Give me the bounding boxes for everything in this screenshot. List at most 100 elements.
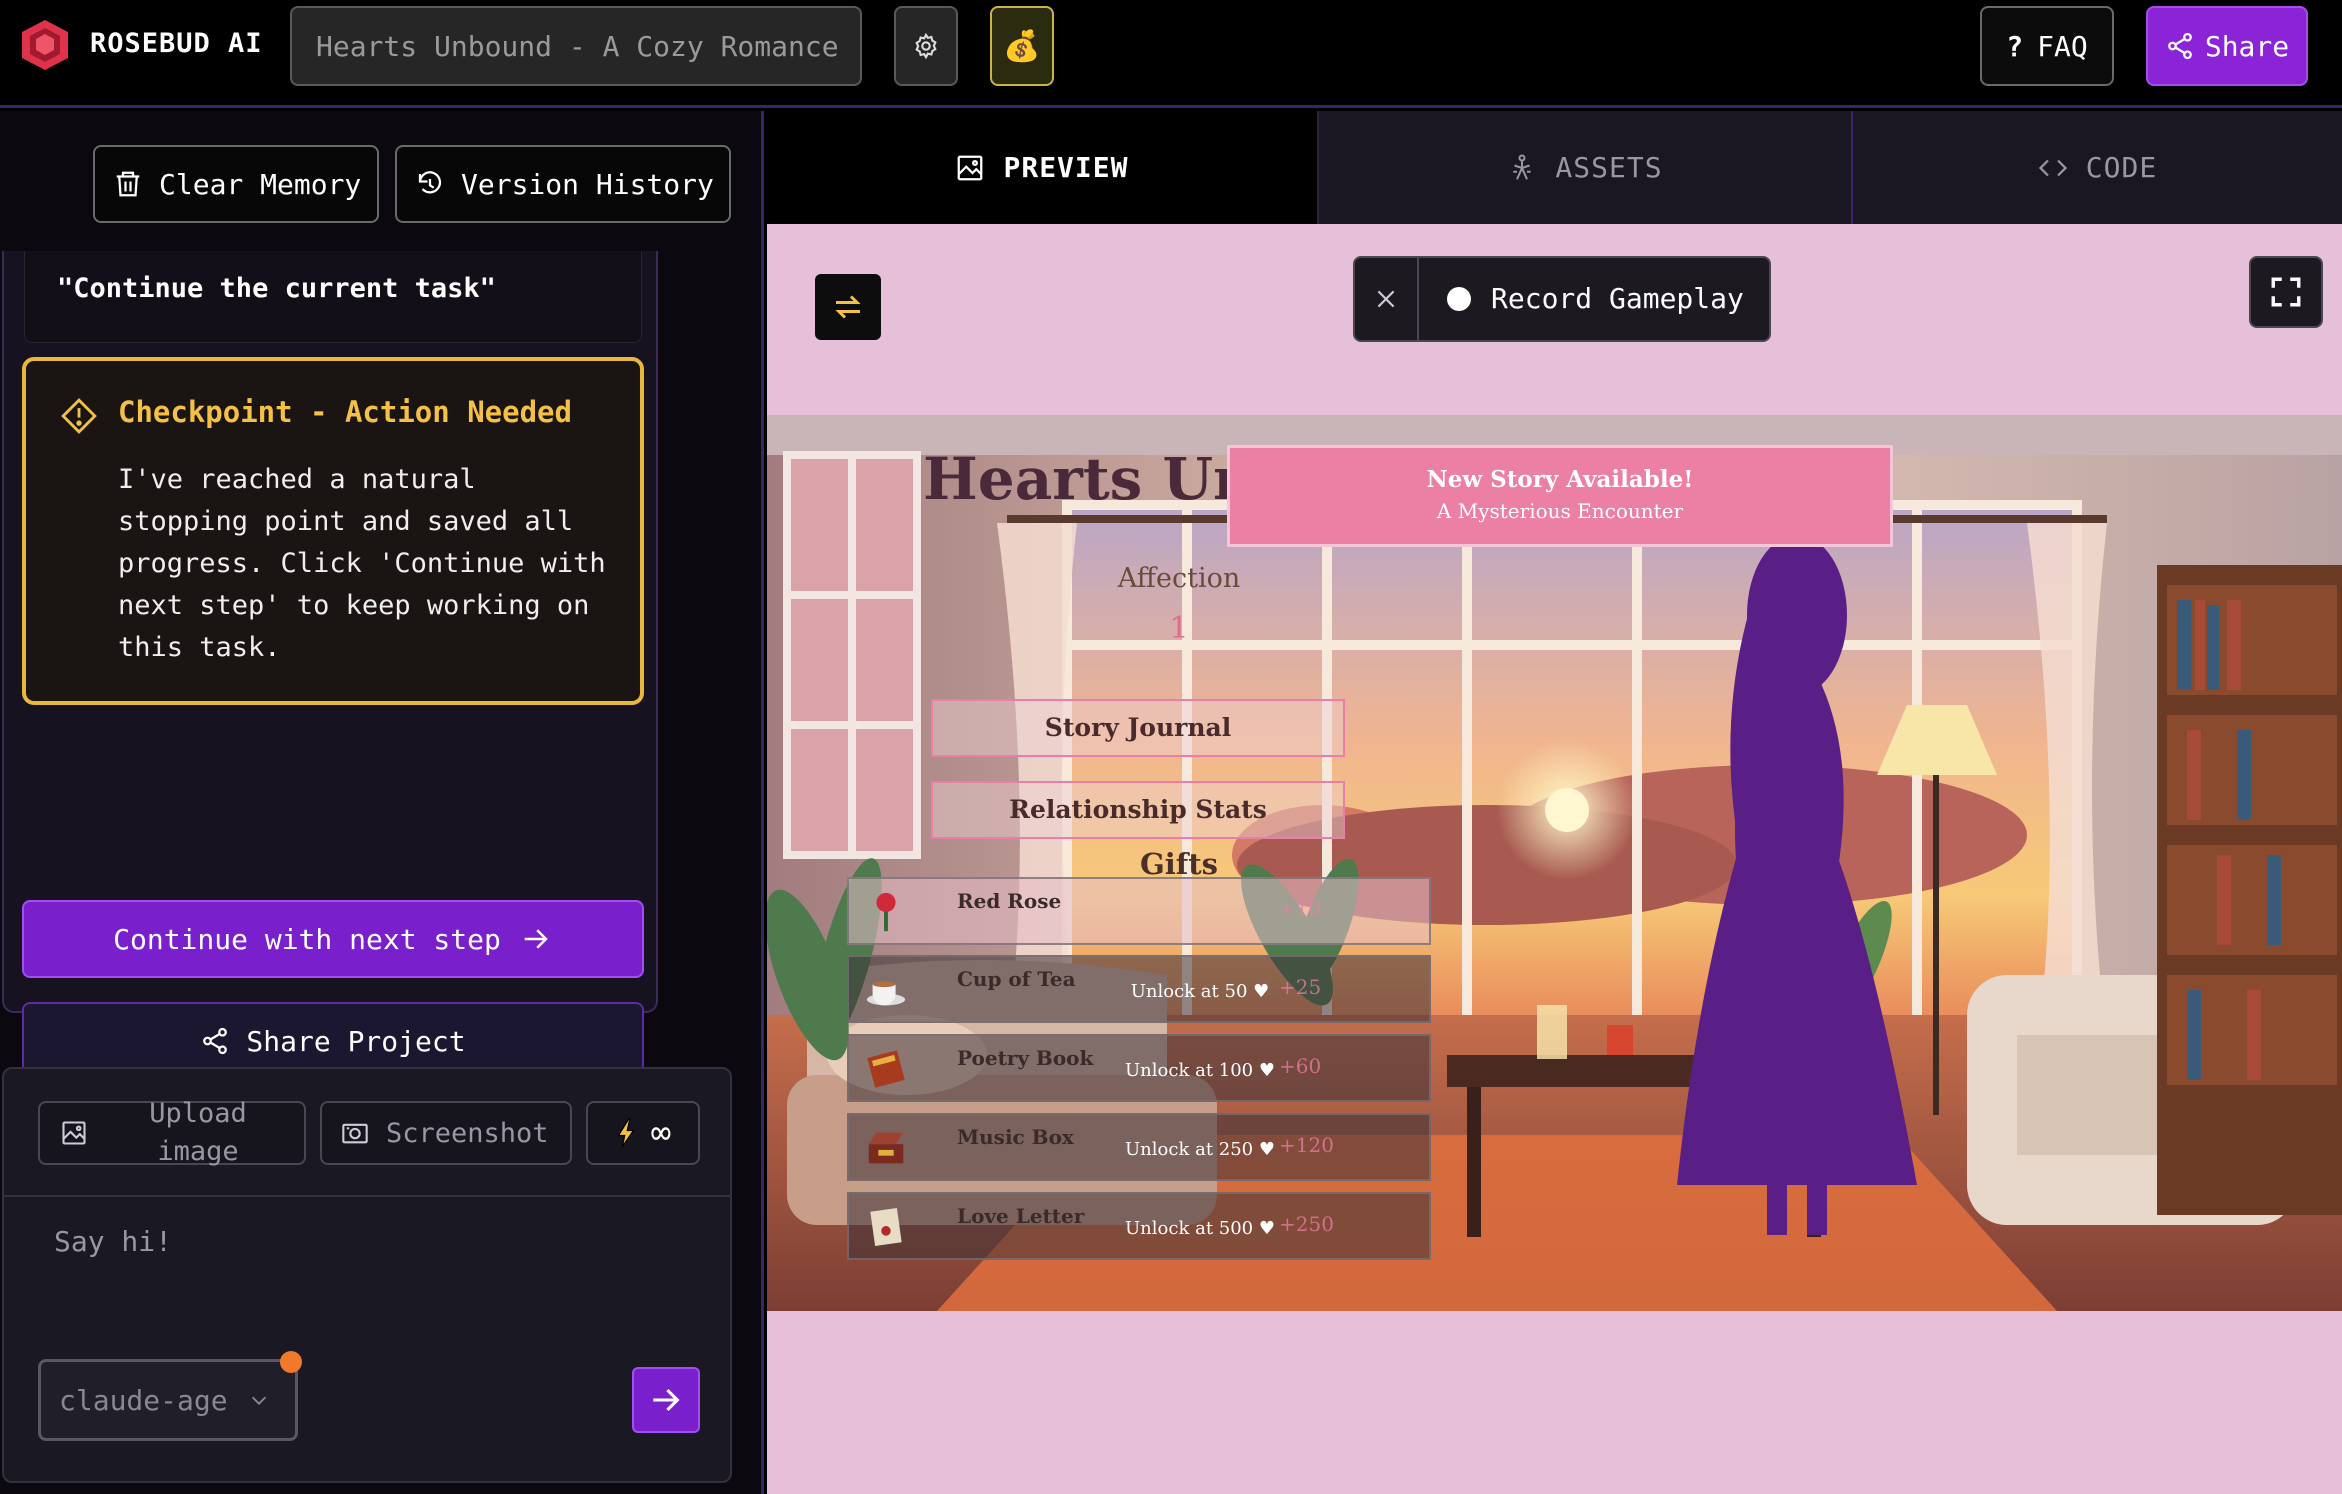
- checkpoint-body: I've reached a natural stopping point an…: [118, 464, 606, 663]
- close-record-button[interactable]: [1355, 258, 1419, 340]
- story-journal-button[interactable]: Story Journal: [931, 699, 1345, 757]
- message-composer: Upload image Screenshot ∞ Say hi! claude…: [2, 1067, 732, 1483]
- gear-icon: [915, 32, 937, 60]
- send-button[interactable]: [632, 1367, 700, 1433]
- screenshot-button[interactable]: Screenshot: [320, 1101, 572, 1165]
- screenshot-label: Screenshot: [386, 1117, 549, 1149]
- faq-label: FAQ: [2037, 29, 2088, 63]
- clear-memory-button[interactable]: Clear Memory: [93, 145, 379, 223]
- affection-label: Affection: [1117, 563, 1241, 594]
- tab-preview[interactable]: PREVIEW: [767, 111, 1317, 224]
- gift-name: Music Box: [957, 1125, 1074, 1149]
- gift-name: Red Rose: [957, 889, 1062, 913]
- gift-bonus: +250: [1279, 1212, 1334, 1236]
- game-canvas[interactable]: Hearts Unbound New Story Available! A My…: [767, 415, 2342, 1311]
- project-title-input[interactable]: [290, 6, 862, 86]
- swap-view-button[interactable]: [815, 274, 881, 340]
- rose-icon: [876, 892, 896, 932]
- faq-button[interactable]: ? FAQ: [1980, 6, 2114, 86]
- image-icon: [62, 1121, 86, 1145]
- record-dot-icon: [1447, 286, 1471, 311]
- record-gameplay-button[interactable]: Record Gameplay: [1447, 282, 1744, 315]
- version-history-label: Version History: [461, 167, 714, 201]
- new-story-banner[interactable]: New Story Available! A Mysterious Encoun…: [1227, 445, 1893, 547]
- money-bag-icon: 💰: [1003, 28, 1041, 64]
- relationship-stats-button[interactable]: Relationship Stats: [931, 781, 1345, 839]
- gift-item[interactable]: Love Letter Unlock at 500 ♥ +250: [847, 1192, 1431, 1260]
- unlimited-mode-button[interactable]: ∞: [586, 1101, 700, 1165]
- gift-item[interactable]: Cup of Tea Unlock at 50 ♥ +25: [847, 955, 1431, 1023]
- code-icon: [2038, 159, 2067, 176]
- share-label: Share: [2204, 29, 2290, 63]
- upload-image-label: Upload image: [149, 1098, 247, 1167]
- arrow-right-icon: [653, 1388, 680, 1412]
- panel-tabs: PREVIEW ASSETS CODE: [767, 111, 2342, 224]
- letter-icon: [870, 1208, 902, 1246]
- gift-name: Poetry Book: [957, 1046, 1094, 1070]
- gift-item[interactable]: Music Box Unlock at 250 ♥ +120: [847, 1113, 1431, 1181]
- tab-code[interactable]: CODE: [1853, 111, 2342, 224]
- book-icon: [867, 1050, 905, 1088]
- checkpoint-notice: Checkpoint - Action Needed I've reached …: [22, 357, 644, 705]
- model-label: claude-age: [59, 1383, 228, 1417]
- share-project-label: Share Project: [246, 1024, 466, 1058]
- gift-bonus: +10: [1279, 897, 1322, 921]
- gift-bonus: +60: [1279, 1054, 1322, 1078]
- gift-item[interactable]: Poetry Book Unlock at 100 ♥ +60: [847, 1034, 1431, 1102]
- tab-preview-label: PREVIEW: [1003, 151, 1129, 184]
- question-icon: ?: [2006, 29, 2024, 63]
- continue-label: Continue with next step: [113, 922, 501, 956]
- gift-bonus: +25: [1279, 975, 1322, 999]
- composer-toolbar: Upload image Screenshot ∞: [4, 1069, 730, 1197]
- chat-message-card: "Continue the current task" Checkpoint -…: [2, 251, 658, 1104]
- gift-name: Cup of Tea: [957, 967, 1076, 991]
- gift-name: Love Letter: [957, 1204, 1085, 1228]
- banner-title: New Story Available!: [1426, 466, 1694, 493]
- settings-button[interactable]: [894, 6, 958, 86]
- share-icon: [2167, 32, 2192, 60]
- history-icon: [418, 171, 442, 194]
- model-select[interactable]: claude-age: [38, 1359, 298, 1441]
- arrow-right-icon: [524, 929, 548, 949]
- record-gameplay-bar: Record Gameplay: [1353, 256, 1771, 342]
- version-history-button[interactable]: Version History: [395, 145, 731, 223]
- fullscreen-icon: [2271, 277, 2301, 307]
- lightning-icon: [617, 1118, 635, 1148]
- music-box-icon: [868, 1132, 904, 1164]
- trash-icon: [116, 171, 140, 197]
- share-icon: [203, 1027, 228, 1055]
- preview-area: Record Gameplay Hearts Unbound New Story…: [767, 224, 2342, 1494]
- assets-icon: [1513, 154, 1532, 180]
- message-input[interactable]: Say hi!: [54, 1225, 172, 1258]
- infinity-label: ∞: [650, 1113, 672, 1153]
- record-gameplay-label: Record Gameplay: [1491, 282, 1744, 315]
- tea-cup-icon: [866, 981, 906, 1006]
- upload-image-button[interactable]: Upload image: [38, 1098, 306, 1167]
- tab-assets[interactable]: ASSETS: [1317, 111, 1853, 224]
- previous-user-message: "Continue the current task": [24, 251, 642, 343]
- credits-button[interactable]: 💰: [990, 6, 1054, 86]
- clear-memory-label: Clear Memory: [159, 167, 362, 201]
- gifts-heading: Gifts: [1140, 847, 1218, 881]
- gift-bonus: +120: [1279, 1133, 1334, 1157]
- chat-panel: Clear Memory Version History "Continue t…: [0, 111, 764, 1494]
- checkpoint-title: Checkpoint - Action Needed: [118, 395, 572, 429]
- gift-item[interactable]: Red Rose +10: [847, 877, 1431, 945]
- swap-icon: [835, 295, 861, 319]
- tab-code-label: CODE: [2085, 151, 2158, 184]
- chevron-down-icon: [251, 1396, 266, 1405]
- continue-next-step-button[interactable]: Continue with next step: [22, 900, 644, 978]
- image-icon: [958, 155, 983, 180]
- camera-icon: [342, 1123, 368, 1144]
- warning-diamond-icon: [61, 398, 97, 434]
- rosebud-logo-icon: [22, 20, 68, 70]
- tab-assets-label: ASSETS: [1555, 151, 1663, 184]
- notification-dot: [280, 1351, 302, 1373]
- share-button[interactable]: Share: [2146, 6, 2308, 86]
- preview-panel: PREVIEW ASSETS CODE Record Gameplay Hear…: [767, 111, 2342, 1494]
- brand-name: ROSEBUD AI: [90, 28, 263, 59]
- close-icon: [1377, 290, 1395, 308]
- affection-value: 1: [1169, 611, 1189, 646]
- fullscreen-button[interactable]: [2249, 256, 2323, 328]
- top-bar: ROSEBUD AI 💰 ? FAQ Share: [0, 0, 2342, 108]
